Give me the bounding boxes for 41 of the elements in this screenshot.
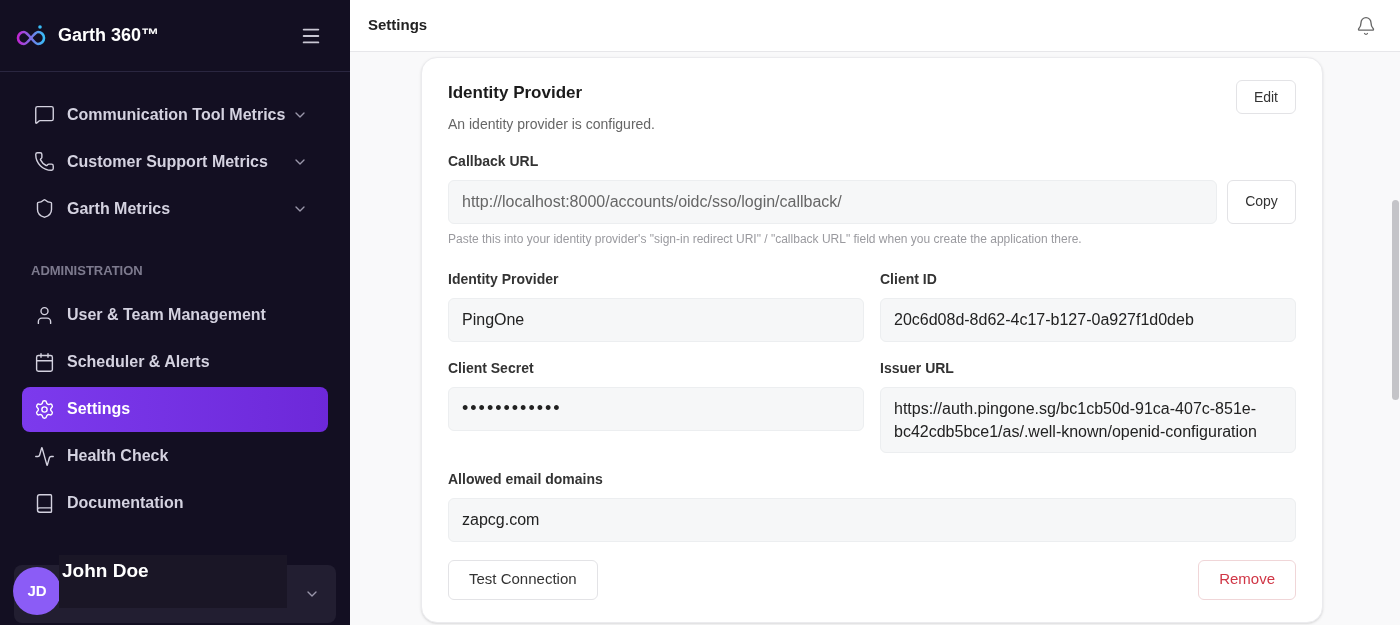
sidebar-item[interactable]: Health Check [22,433,328,479]
settings-icon [34,398,55,420]
field-label: Client ID [880,269,938,289]
brand-name: Garth 360™ [58,24,161,47]
callback-url-field[interactable]: http://localhost:8000/accounts/oidc/sso/login/callback/ [448,179,1217,224]
sidebar-item[interactable]: Scheduler & Alerts [22,339,328,385]
calendar-icon [34,351,55,373]
test-connection-button[interactable]: Test Connection [448,559,598,600]
help-text: Paste this into your identity provider's "sign-in redirect URI" / "callback URL" field when you create the application there. [448,230,1083,248]
sidebar-item[interactable]: Documentation [22,480,328,526]
pulse-icon [34,445,55,467]
remove-button[interactable]: Remove [1198,559,1296,600]
user-name-tooltip: John Doe [59,555,287,608]
infinity-logo-icon [16,23,46,48]
phone-icon [34,151,55,172]
chat-icon [34,104,55,125]
sidebar-item[interactable]: Garth Metrics [22,186,328,231]
sidebar-item[interactable]: Customer Support Metrics [22,139,328,184]
scrollbar-thumb[interactable] [1392,200,1399,400]
sidebar-item[interactable]: Communication Tool Metrics [22,92,328,137]
sidebar-item[interactable]: Settings [22,386,328,432]
copy-button[interactable]: Copy [1227,179,1296,224]
input-field[interactable]: zapcg.com [448,497,1296,542]
password-field[interactable]: •••••••••••• [448,386,864,431]
input-field[interactable]: 20c6d08d-8d62-4c17-b127-0a927f1d0deb [880,297,1296,342]
sidebar-item[interactable]: User & Team Management [22,292,328,338]
page-title: Settings [368,15,429,36]
field-label: Allowed email domains [448,469,604,489]
card-subtitle: An identity provider is configured. [448,114,656,134]
bell-icon[interactable] [1356,15,1376,36]
section-heading: ADMINISTRATION [30,262,144,280]
field-label: Identity Provider [448,269,560,289]
card-title: Identity Provider [448,82,584,104]
input-field[interactable]: PingOne [448,297,864,342]
shield-icon [34,198,55,219]
book-icon [34,492,55,514]
field-label: Issuer URL [880,358,955,378]
field-label: Client Secret [448,358,535,378]
edit-button[interactable]: Edit [1235,80,1296,114]
input-field[interactable]: https://auth.pingone.sg/bc1cb50d-91ca-407c-851e-bc42cdb5bce1/as/.well-known/openid-configuration [880,386,1296,453]
field-label: Callback URL [448,151,540,171]
